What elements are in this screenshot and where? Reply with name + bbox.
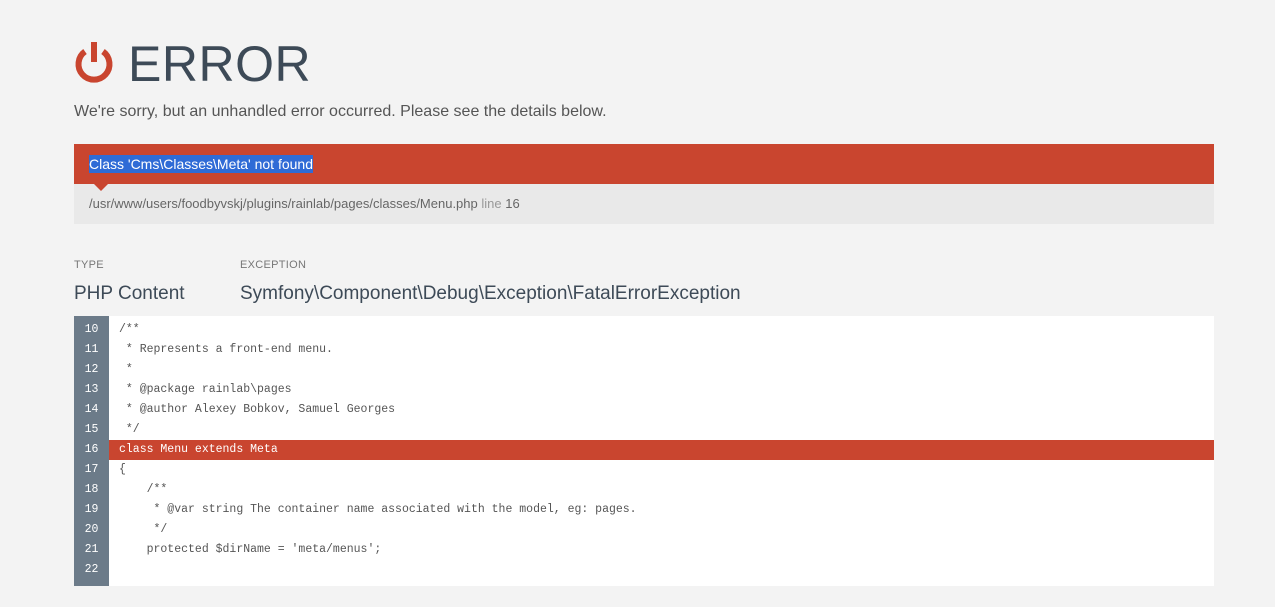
- page-title: ERROR: [128, 36, 312, 92]
- line-number: 16: [505, 196, 520, 211]
- exception-column: EXCEPTION Symfony\Component\Debug\Except…: [240, 258, 741, 306]
- code-line: 20 */: [74, 520, 1214, 540]
- code-text: * @var string The container name associa…: [119, 503, 637, 516]
- exception-label: EXCEPTION: [240, 259, 307, 271]
- code-text: protected $dirName = 'meta/menus';: [119, 543, 382, 556]
- code-text: */: [119, 423, 140, 436]
- code-text: *: [119, 363, 133, 376]
- code-line: 12 *: [74, 360, 1214, 380]
- type-label: TYPE: [74, 259, 104, 271]
- error-file-location: /usr/www/users/foodbyvskj/plugins/rainla…: [74, 184, 1214, 224]
- error-message-bar: Class 'Cms\Classes\Meta' not found: [74, 144, 1214, 191]
- line-number: 13: [84, 383, 99, 396]
- code-line: 15 */: [74, 420, 1214, 440]
- code-line: 22: [74, 560, 1214, 580]
- type-value: PHP Content: [74, 283, 185, 304]
- line-number: 16: [84, 443, 99, 456]
- code-line: 18 /**: [74, 480, 1214, 500]
- line-number: 22: [84, 563, 99, 576]
- line-number: 17: [84, 463, 99, 476]
- code-text: /**: [119, 323, 140, 336]
- code-line: 17 {: [74, 460, 1214, 480]
- page-subtitle: We're sorry, but an unhandled error occu…: [74, 103, 607, 120]
- code-line-highlighted: 16 class Menu extends Meta: [74, 440, 1214, 460]
- line-number: 19: [84, 503, 99, 516]
- line-number: 21: [84, 543, 99, 556]
- line-number: 12: [84, 363, 99, 376]
- error-box: Class 'Cms\Classes\Meta' not found /usr/…: [74, 144, 1214, 224]
- line-number: 10: [84, 323, 99, 336]
- code-line: 10 /**: [74, 320, 1214, 340]
- code-text: */: [119, 523, 168, 536]
- code-line: 13 * @package rainlab\pages: [74, 380, 1214, 400]
- arrow-down-icon: [94, 184, 108, 191]
- power-icon: [75, 42, 113, 83]
- line-number: 11: [84, 343, 99, 356]
- code-text: /**: [119, 483, 168, 496]
- error-message[interactable]: Class 'Cms\Classes\Meta' not found: [89, 155, 313, 173]
- code-snippet[interactable]: 10/** 11 * Represents a front-end menu. 12…: [74, 316, 1214, 586]
- code-text: {: [119, 463, 126, 476]
- title-row: ERROR: [74, 36, 311, 92]
- code-line: 21 protected $dirName = 'meta/menus';: [74, 540, 1214, 560]
- code-text: class Menu extends Meta: [119, 443, 278, 456]
- code-line: 11 * Represents a front-end menu.: [74, 340, 1214, 360]
- code-text: * Represents a front-end menu.: [119, 343, 333, 356]
- error-file-path: /usr/www/users/foodbyvskj/plugins/rainla…: [89, 196, 478, 211]
- line-number: 20: [84, 523, 99, 536]
- line-number: 14: [84, 403, 99, 416]
- line-number: 15: [84, 423, 99, 436]
- code-text: * @package rainlab\pages: [119, 383, 292, 396]
- code-line: 14 * @author Alexey Bobkov, Samuel Georg…: [74, 400, 1214, 420]
- code-line: 19 * @var string The container name asso…: [74, 500, 1214, 520]
- exception-value: Symfony\Component\Debug\Exception\FatalE…: [240, 283, 741, 304]
- code-text: * @author Alexey Bobkov, Samuel Georges: [119, 403, 396, 416]
- line-label: line: [481, 196, 502, 211]
- type-column: TYPE PHP Content: [74, 258, 185, 306]
- line-number: 18: [84, 483, 99, 496]
